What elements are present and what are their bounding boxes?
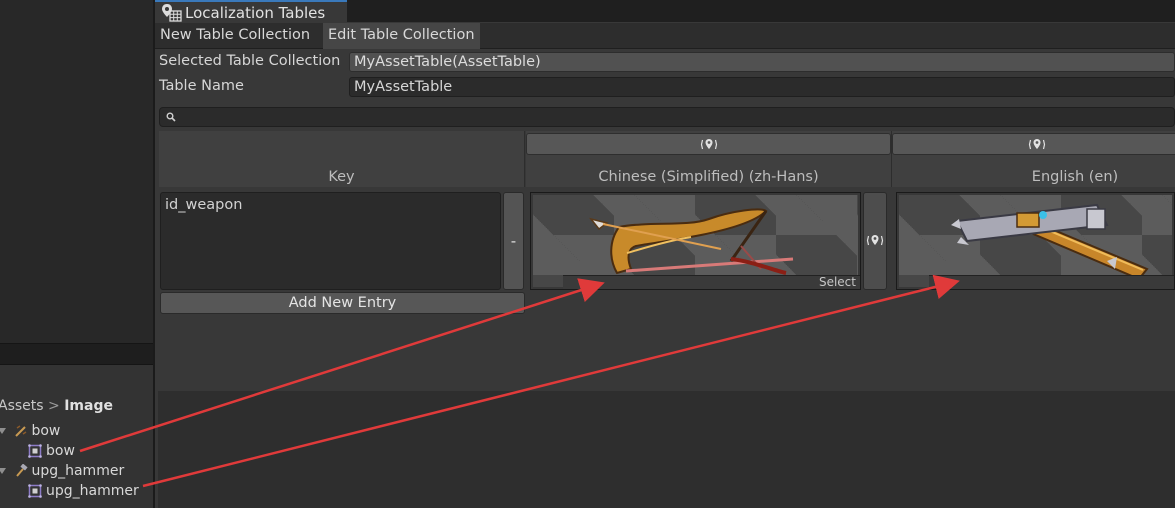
annotation-arrows: [79, 274, 960, 488]
arrow-bow: [79, 278, 605, 453]
arrow-hammer: [142, 274, 960, 488]
